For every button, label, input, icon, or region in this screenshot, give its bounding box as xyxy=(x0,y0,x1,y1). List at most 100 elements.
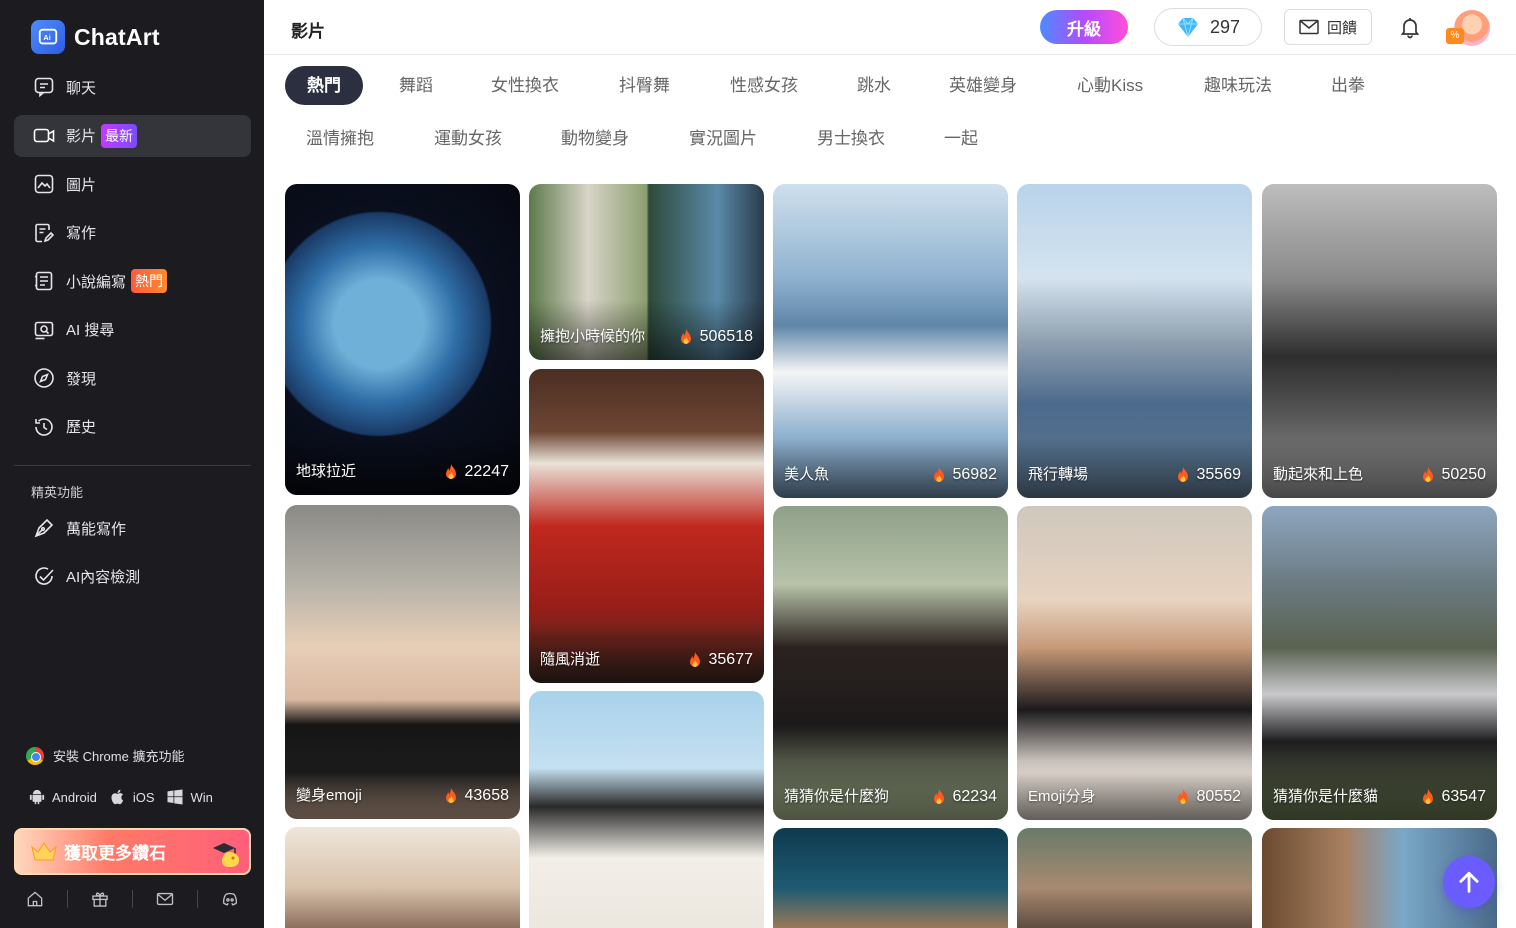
tab-live-photo[interactable]: 實況圖片 xyxy=(689,119,757,158)
scroll-to-top-button[interactable] xyxy=(1443,856,1495,908)
pen-icon xyxy=(34,518,54,538)
tab-twerk[interactable]: 抖臀舞 xyxy=(619,66,670,105)
windows-link[interactable]: Win xyxy=(166,788,213,806)
chrome-icon xyxy=(26,746,44,765)
windows-label: Win xyxy=(190,789,213,805)
template-card[interactable]: 擁抱小時候的你 506518 xyxy=(529,184,764,360)
install-chrome-extension[interactable]: 安裝 Chrome 擴充功能 xyxy=(26,746,184,765)
card-count: 22247 xyxy=(443,463,509,481)
card-count-value: 50250 xyxy=(1441,466,1487,483)
app-name: ChatArt xyxy=(74,23,160,50)
crown-icon xyxy=(31,841,57,860)
card-title: 變身emoji xyxy=(296,787,362,804)
template-card[interactable]: 動起來和上色 50250 xyxy=(1262,184,1497,498)
template-card[interactable]: 猜猜你是什麼狗 62234 xyxy=(773,506,1008,820)
template-card[interactable]: Emoji分身 80552 xyxy=(1017,506,1252,820)
tab-sport-girl[interactable]: 運動女孩 xyxy=(434,119,502,158)
toolbar-separator xyxy=(197,890,198,908)
sidebar-item-history[interactable]: 歷史 xyxy=(14,406,251,448)
gem-balance[interactable]: 297 xyxy=(1154,8,1262,46)
tab-fun[interactable]: 趣味玩法 xyxy=(1204,66,1272,105)
notification-bell-icon[interactable] xyxy=(1398,15,1422,39)
writing-icon xyxy=(35,223,55,242)
card-title: 飛行轉場 xyxy=(1028,466,1089,483)
template-card[interactable]: 隨風消逝 35677 xyxy=(529,369,764,683)
card-count: 43658 xyxy=(443,787,509,805)
sidebar-item-ai-detection[interactable]: AI內容檢測 xyxy=(14,556,251,598)
android-link[interactable]: Android xyxy=(28,788,97,806)
card-count-value: 62234 xyxy=(952,788,998,805)
tab-hero-transform[interactable]: 英雄變身 xyxy=(949,66,1017,105)
sidebar-item-chat[interactable]: 聊天 xyxy=(14,66,251,108)
tab-dance[interactable]: 舞蹈 xyxy=(399,66,433,105)
sidebar-item-discover[interactable]: 發現 xyxy=(14,357,251,399)
tab-sexy-girl[interactable]: 性感女孩 xyxy=(730,66,798,105)
template-card[interactable]: 美人魚 56982 xyxy=(773,184,1008,498)
discord-icon[interactable] xyxy=(220,889,240,909)
sidebar-item-label: 影片 xyxy=(66,128,97,145)
fire-icon xyxy=(680,329,691,344)
card-title: 猜猜你是什麼狗 xyxy=(784,788,890,805)
card-count: 50250 xyxy=(1420,466,1487,484)
fire-icon xyxy=(1422,467,1433,482)
fire-icon xyxy=(933,789,944,804)
home-icon[interactable] xyxy=(25,889,45,909)
sidebar-item-image[interactable]: 圖片 xyxy=(14,163,251,205)
tab-men-outfit[interactable]: 男士換衣 xyxy=(817,119,885,158)
tab-diving[interactable]: 跳水 xyxy=(857,66,891,105)
upgrade-button[interactable]: 升級 xyxy=(1040,10,1128,44)
template-card[interactable]: 飛行轉場 35569 xyxy=(1017,184,1252,498)
template-card[interactable]: 地球拉近 22247 xyxy=(285,184,520,495)
card-title: 地球拉近 xyxy=(296,463,357,480)
novel-icon xyxy=(35,271,53,291)
card-thumbnail xyxy=(529,691,764,928)
app-logo[interactable]: Ai ChatArt xyxy=(31,20,160,54)
sidebar-item-label: 歷史 xyxy=(66,419,97,436)
sidebar-item-ai-search[interactable]: AI 搜尋 xyxy=(14,309,251,351)
card-thumbnail xyxy=(285,827,520,928)
sidebar-item-label: 聊天 xyxy=(66,79,97,97)
fire-icon xyxy=(1422,789,1433,804)
pro-section-title: 精英功能 xyxy=(31,485,84,500)
sidebar-item-video[interactable]: 影片 最新 xyxy=(14,114,251,157)
ai-search-icon xyxy=(34,321,54,339)
template-card[interactable]: 猜猜你是什麼貓 63547 xyxy=(1262,506,1497,820)
tab-hot[interactable]: 熱門 xyxy=(285,66,363,105)
template-card[interactable] xyxy=(1017,828,1252,928)
ios-link[interactable]: iOS xyxy=(109,788,154,806)
card-count: 63547 xyxy=(1420,788,1486,806)
user-avatar[interactable]: % xyxy=(1446,10,1490,46)
feedback-button[interactable]: 回饋 xyxy=(1284,9,1372,45)
envelope-icon xyxy=(1299,19,1319,35)
gift-icon[interactable] xyxy=(90,889,110,909)
video-icon xyxy=(33,128,55,142)
template-card[interactable] xyxy=(529,691,764,928)
card-title: 隨風消逝 xyxy=(540,651,601,668)
template-card[interactable]: 變身emoji 43658 xyxy=(285,505,520,819)
sidebar-item-universal-writing[interactable]: 萬能寫作 xyxy=(14,507,251,549)
arrow-up-icon xyxy=(1459,871,1479,893)
gem-count: 297 xyxy=(1209,16,1241,37)
sidebar-divider xyxy=(14,465,251,466)
pro-features-nav: 萬能寫作 AI內容檢測 xyxy=(14,507,251,604)
tab-women-outfit[interactable]: 女性換衣 xyxy=(491,66,559,105)
mail-icon[interactable] xyxy=(155,889,175,909)
tab-together[interactable]: 一起 xyxy=(944,119,978,158)
toolbar-separator xyxy=(132,890,133,908)
get-more-diamonds-button[interactable]: 獲取更多鑽石 xyxy=(14,828,251,875)
tab-animal-transform[interactable]: 動物變身 xyxy=(561,119,629,158)
card-count-value: 35677 xyxy=(708,651,754,668)
tab-kiss[interactable]: 心動Kiss xyxy=(1077,66,1143,105)
tab-punch[interactable]: 出拳 xyxy=(1331,66,1365,105)
sidebar-item-novel[interactable]: 小說編寫 熱門 xyxy=(14,260,251,302)
template-card[interactable] xyxy=(285,827,520,928)
tab-warm-hug[interactable]: 溫情擁抱 xyxy=(306,119,374,158)
fire-icon xyxy=(1177,467,1188,482)
apple-icon xyxy=(111,789,123,805)
template-card[interactable] xyxy=(773,828,1008,928)
sidebar-item-writing[interactable]: 寫作 xyxy=(14,212,251,254)
card-count: 35677 xyxy=(687,651,754,669)
sidebar-item-label: AI 搜尋 xyxy=(66,322,115,339)
fire-icon xyxy=(445,788,456,803)
top-bar: 影片 升級 297 回饋 % xyxy=(264,0,1516,55)
